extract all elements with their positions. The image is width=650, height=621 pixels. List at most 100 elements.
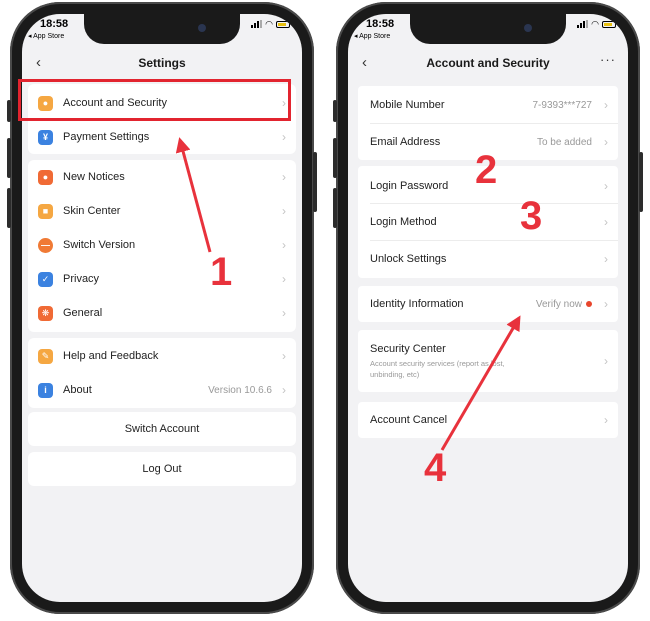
step-number-4: 4 — [424, 446, 447, 490]
planet-icon: — — [38, 237, 53, 253]
log-out-button[interactable]: Log Out — [28, 452, 296, 486]
power-button — [313, 152, 317, 212]
chevron-right-icon: › — [604, 297, 608, 311]
pencil-icon: ✎ — [38, 348, 53, 364]
notification-dot — [586, 300, 592, 307]
shield-icon: ✓ — [38, 271, 53, 287]
identity-group: Identity Information Verify now › — [358, 286, 618, 322]
row-label: Login Method — [370, 216, 437, 228]
email-address-value: To be added — [536, 136, 592, 148]
step-number-1: 1 — [210, 250, 233, 294]
volume-up-button — [333, 138, 337, 178]
battery-icon — [276, 20, 290, 28]
settings-item-label: Switch Version — [63, 239, 136, 251]
security-center-desc: unbinding, etc) — [370, 369, 420, 379]
settings-item-label: General — [63, 307, 103, 319]
settings-item-privacy[interactable]: ✓ Privacy › — [28, 262, 296, 296]
security-center-desc: Account security services (report as los… — [370, 358, 505, 368]
chevron-right-icon: › — [282, 349, 286, 363]
account-cancel-group: Account Cancel › — [358, 402, 618, 438]
version-value: Version 10.6.6 — [208, 384, 272, 396]
shirt-icon: ■ — [38, 203, 53, 219]
chevron-right-icon: › — [282, 170, 286, 184]
chevron-right-icon: › — [604, 98, 608, 112]
signal-icon — [251, 20, 263, 28]
chevron-right-icon: › — [282, 306, 286, 320]
chevron-right-icon: › — [604, 179, 608, 193]
page-title: Account and Security — [426, 56, 550, 70]
right-phone-frame: 18:58 ◂ App Store ◠ ‹ Account and Securi… — [333, 2, 643, 614]
mobile-number-row[interactable]: Mobile Number 7-9393***727 › — [358, 87, 618, 123]
status-bar: 18:58 ◂ App Store ◠ — [22, 14, 302, 46]
settings-item-label: About — [63, 384, 92, 396]
highlight-box — [18, 79, 291, 121]
settings-group-general: ● New Notices › ■ Skin Center › — Switch… — [28, 160, 296, 332]
volume-up-button — [7, 138, 11, 178]
status-carrier: ◂ App Store — [28, 33, 65, 40]
mute-switch — [333, 100, 337, 122]
settings-item-general[interactable]: ❋ General › — [28, 296, 296, 330]
volume-down-button — [7, 188, 11, 228]
status-bar: 18:58 ◂ App Store ◠ — [348, 14, 628, 46]
row-label: Mobile Number — [370, 99, 445, 111]
chevron-right-icon: › — [282, 272, 286, 286]
chevron-right-icon: › — [282, 238, 286, 252]
right-screen: 18:58 ◂ App Store ◠ ‹ Account and Securi… — [348, 14, 628, 602]
row-label: Security Center — [370, 342, 446, 355]
battery-icon — [602, 20, 616, 28]
settings-item-switch-version[interactable]: — Switch Version › — [28, 228, 296, 262]
chevron-right-icon: › — [604, 413, 608, 427]
wifi-icon: ◠ — [591, 19, 599, 29]
row-label: Identity Information — [370, 298, 464, 310]
row-label: Unlock Settings — [370, 253, 447, 265]
settings-item-skin[interactable]: ■ Skin Center › — [28, 194, 296, 228]
unlock-settings-row[interactable]: Unlock Settings › — [358, 241, 618, 277]
account-cancel-row[interactable]: Account Cancel › — [358, 402, 618, 438]
settings-item-about[interactable]: i About Version 10.6.6 › — [28, 373, 296, 407]
status-time: 18:58 — [40, 18, 69, 30]
settings-item-label: Skin Center — [63, 205, 121, 217]
settings-item-notices[interactable]: ● New Notices › — [28, 160, 296, 194]
settings-item-label: New Notices — [63, 171, 125, 183]
chevron-right-icon: › — [282, 204, 286, 218]
row-label: Account Cancel — [370, 414, 448, 426]
gear-icon: ❋ — [38, 305, 53, 321]
status-carrier: ◂ App Store — [354, 33, 391, 40]
chevron-right-icon: › — [604, 252, 608, 266]
chevron-right-icon: › — [282, 383, 286, 397]
row-label: Email Address — [370, 136, 441, 148]
row-label: Login Password — [370, 180, 449, 192]
step-number-3: 3 — [520, 194, 543, 238]
page-title: Settings — [138, 56, 186, 70]
more-icon[interactable]: ··· — [600, 52, 616, 67]
nav-bar: ‹ Settings — [22, 50, 302, 76]
settings-item-help[interactable]: ✎ Help and Feedback › — [28, 339, 296, 373]
power-button — [639, 152, 643, 212]
security-center-row[interactable]: Security Center Account security service… — [358, 330, 618, 392]
chevron-right-icon: › — [604, 135, 608, 149]
settings-item-payment[interactable]: ¥ Payment Settings › — [28, 120, 296, 154]
security-center-group: Security Center Account security service… — [358, 330, 618, 392]
settings-item-label: Help and Feedback — [63, 350, 159, 362]
identity-value: Verify now — [536, 299, 592, 310]
signal-icon — [577, 20, 589, 28]
mobile-number-value: 7-9393***727 — [532, 99, 593, 111]
nav-bar: ‹ Account and Security ··· — [348, 50, 628, 76]
volume-down-button — [333, 188, 337, 228]
identity-information-row[interactable]: Identity Information Verify now › — [358, 286, 618, 322]
settings-group-help: ✎ Help and Feedback › i About Version 10… — [28, 338, 296, 408]
step-number-2: 2 — [475, 148, 498, 192]
login-method-row[interactable]: Login Method › — [358, 204, 618, 240]
wifi-icon: ◠ — [265, 19, 273, 29]
chevron-right-icon: › — [604, 354, 608, 368]
settings-item-label: Payment Settings — [63, 131, 150, 143]
chevron-right-icon: › — [604, 215, 608, 229]
settings-item-label: Privacy — [63, 273, 100, 285]
mute-switch — [7, 100, 11, 122]
yen-icon: ¥ — [38, 129, 53, 145]
chevron-right-icon: › — [282, 130, 286, 144]
info-icon: i — [38, 382, 53, 398]
status-time: 18:58 — [366, 18, 395, 30]
bell-icon: ● — [38, 169, 53, 185]
switch-account-button[interactable]: Switch Account — [28, 412, 296, 446]
